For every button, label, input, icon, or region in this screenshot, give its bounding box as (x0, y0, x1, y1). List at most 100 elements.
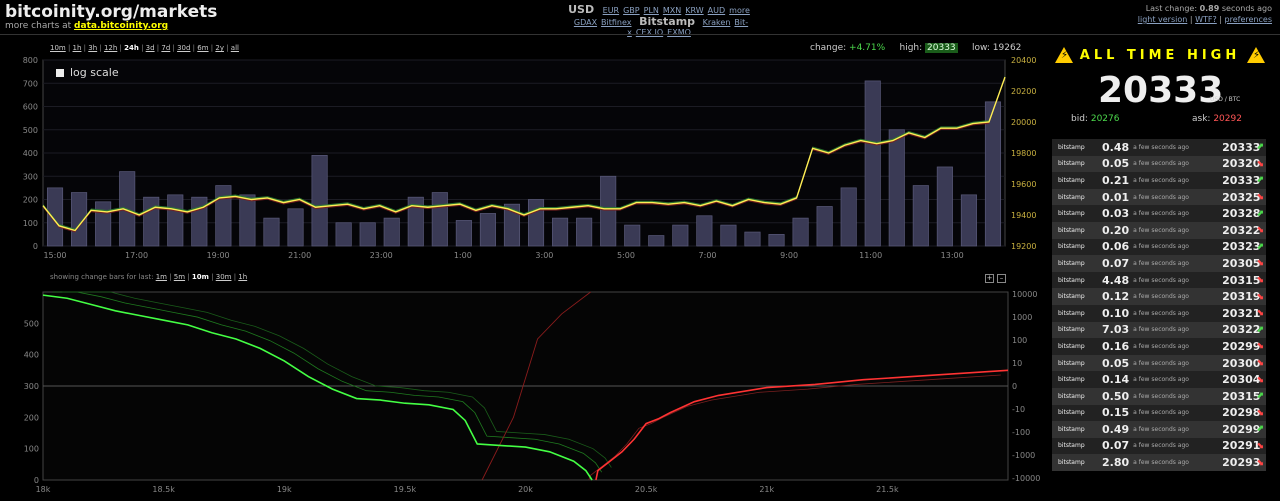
depth-chart[interactable]: 0100200300400500100001000100100-10-100-1… (0, 284, 1050, 501)
preferences-link[interactable]: preferences (1225, 15, 1272, 24)
x-axis-tick: 11:00 (859, 251, 882, 260)
currency-eur[interactable]: EUR (603, 6, 619, 15)
change-bars-option-5m[interactable]: 5m (174, 273, 185, 281)
zoom-out-button[interactable]: – (997, 274, 1006, 283)
x-axis-tick: 9:00 (780, 251, 798, 260)
trade-exchange: bitstamp (1058, 359, 1085, 367)
log-scale-toggle[interactable]: log scale (56, 66, 119, 79)
volume-bar (768, 234, 785, 247)
trade-age: a few seconds ago (1133, 392, 1189, 400)
range-option-3h[interactable]: 3h (88, 44, 97, 52)
trade-amount: 0.12 (1102, 290, 1130, 304)
x-axis-tick: 18.5k (152, 485, 175, 494)
currency-mxn[interactable]: MXN (663, 6, 681, 15)
arrow-up-icon: ⬈ (1256, 424, 1264, 435)
volume-bar (960, 194, 977, 247)
ask-value: 20292 (1213, 114, 1242, 124)
exchange-gdax[interactable]: GDAX (574, 18, 597, 27)
trade-price: 20304 (1222, 373, 1261, 387)
arrow-down-icon: ⬊ (1256, 308, 1264, 319)
volume-bar (527, 199, 545, 247)
exchange-bitfinex[interactable]: Bitfinex (601, 18, 631, 27)
trade-row: bitstamp 0.12 a few seconds ago 20319 ⬊ (1052, 288, 1266, 305)
trade-exchange: bitstamp (1058, 459, 1085, 467)
log-scale-checkbox[interactable] (56, 68, 64, 77)
trade-row: bitstamp 0.50 a few seconds ago 20315 ⬈ (1052, 387, 1266, 405)
x-axis-tick: 1:00 (454, 251, 472, 260)
arrow-down-icon: ⬊ (1256, 258, 1264, 269)
change-bars-option-1h[interactable]: 1h (238, 273, 247, 281)
currency-krw[interactable]: KRW (685, 6, 703, 15)
volume-bar (143, 196, 160, 247)
price-axis-tick: 20400 (1011, 56, 1036, 65)
x-axis-tick: 19.5k (394, 485, 417, 494)
y-axis-tick: 500 (23, 126, 38, 135)
current-price: 20333 (1098, 70, 1224, 111)
exchange-exmo[interactable]: EXMO (667, 28, 691, 37)
y-axis-tick: 800 (23, 56, 38, 65)
all-time-high-banner: ⚡ ALL TIME HIGH ⚡ (1055, 42, 1265, 68)
volume-bar (696, 215, 713, 247)
y-axis-tick: 600 (23, 103, 38, 112)
range-option-30d[interactable]: 30d (177, 44, 190, 52)
trade-age: a few seconds ago (1133, 193, 1189, 201)
currency-gbp[interactable]: GBP (623, 6, 640, 15)
range-option-2y[interactable]: 2y (215, 44, 224, 52)
trade-row: bitstamp 0.21 a few seconds ago 20333 ⬈ (1052, 172, 1266, 189)
trade-row: bitstamp 0.05 a few seconds ago 20300 ⬊ (1052, 354, 1266, 372)
currency-pln[interactable]: PLN (644, 6, 659, 15)
trade-amount: 0.48 (1102, 140, 1130, 154)
trade-exchange: bitstamp (1058, 309, 1085, 317)
volume-bar (840, 187, 857, 247)
range-option-3d[interactable]: 3d (146, 44, 155, 52)
trade-exchange: bitstamp (1058, 176, 1085, 184)
y-axis-tick: 500 (24, 319, 39, 328)
zoom-in-button[interactable]: + (985, 274, 994, 283)
volume-bar (455, 220, 472, 247)
volume-bar (167, 194, 184, 247)
y-axis-tick: 400 (24, 351, 39, 360)
change-bars-option-1m[interactable]: 1m (156, 273, 167, 281)
range-option-24h[interactable]: 24h (124, 44, 139, 52)
range-option-10m[interactable]: 10m (50, 44, 66, 52)
change-bars-label: showing change bars for last: (50, 273, 154, 281)
exchange-cexio[interactable]: CEX.IO (636, 28, 663, 37)
range-option-all[interactable]: all (231, 44, 239, 52)
trade-exchange: bitstamp (1058, 143, 1085, 151)
price-axis-tick: 19800 (1011, 149, 1036, 158)
exchange-kraken[interactable]: Kraken (703, 18, 731, 27)
trade-row: bitstamp 0.01 a few seconds ago 20325 ⬊ (1052, 188, 1266, 206)
price-chart[interactable]: 0 100 200 300 400 500 600 700 800 19200 19400 19600… (0, 54, 1050, 264)
x-axis-tick: 19k (277, 485, 292, 494)
trade-age: a few seconds ago (1133, 176, 1189, 184)
ask-label: ask: (1192, 114, 1211, 124)
wtf-link[interactable]: WTF? (1195, 15, 1217, 24)
volume-bar (359, 222, 376, 247)
trade-price: 20298 (1222, 406, 1261, 420)
change-label: change: (810, 43, 847, 53)
change-bars-option-30m[interactable]: 30m (216, 273, 232, 281)
volume-bar (191, 196, 208, 247)
trade-row: bitstamp 2.80 a few seconds ago 20293 ⬊ (1052, 454, 1266, 471)
trade-price: 20299 (1222, 422, 1261, 436)
trade-exchange: bitstamp (1058, 392, 1085, 400)
trade-age: a few seconds ago (1133, 442, 1189, 450)
trade-age: a few seconds ago (1133, 425, 1189, 433)
volume-bar (335, 222, 352, 247)
data-bitcoinity-link[interactable]: data.bitcoinity.org (74, 21, 168, 31)
currency-aud[interactable]: AUD (708, 6, 726, 15)
range-option-6m[interactable]: 6m (197, 44, 208, 52)
light-version-link[interactable]: light version (1138, 15, 1188, 24)
volume-bar (383, 217, 400, 247)
change-bars-option-10m[interactable]: 10m (192, 273, 209, 281)
trade-row: bitstamp 0.49 a few seconds ago 20299 ⬈ (1052, 421, 1266, 438)
trade-amount: 0.01 (1102, 190, 1130, 204)
x-axis-tick: 17:00 (125, 251, 148, 260)
arrow-down-icon: ⬊ (1256, 225, 1264, 236)
range-option-12h[interactable]: 12h (104, 44, 117, 52)
site-title[interactable]: bitcoinity.org/markets (5, 2, 217, 22)
range-option-7d[interactable]: 7d (161, 44, 170, 52)
trade-row: bitstamp 4.48 a few seconds ago 20315 ⬊ (1052, 271, 1266, 289)
currency-more[interactable]: more (729, 6, 750, 15)
volume-bar (46, 187, 64, 247)
